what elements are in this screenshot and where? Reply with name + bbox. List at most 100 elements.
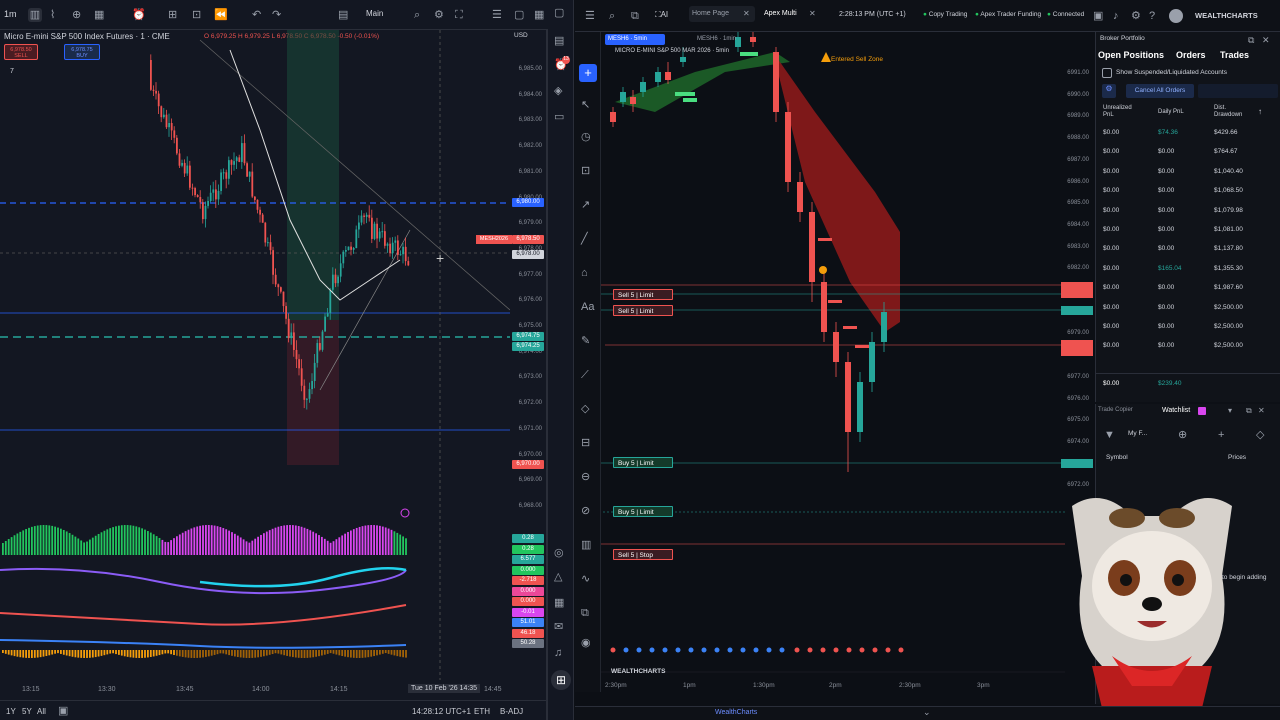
warning-icon[interactable]: △ [554,570,562,584]
table-row[interactable]: $0.00 $0.00 $1,081.00 [1096,220,1280,239]
cursor-icon[interactable]: ↖ [581,98,590,112]
layout-icon[interactable]: ▤ [338,8,348,22]
badge-copy-trading[interactable]: ● Copy Trading [923,11,967,18]
interval-button[interactable]: 1m [4,9,17,19]
header-unrealized[interactable]: Unrealized PnL [1103,105,1133,119]
close-icon[interactable]: ✕ [1258,404,1265,418]
trade-copier-tab[interactable]: Trade Copier [1098,407,1133,413]
magnet-icon[interactable]: ⊘ [581,504,590,518]
window-icon[interactable]: ▢ [514,8,524,22]
alert-icon[interactable]: ⏰ [132,8,146,22]
table-row[interactable]: $0.00 $0.00 $1,068.50 [1096,181,1280,200]
header-daily-pnl[interactable]: Daily PnL [1158,109,1184,115]
table-row[interactable]: $0.00 $0.00 $1,987.60 [1096,278,1280,297]
tag-icon[interactable]: ◇ [1256,428,1264,442]
undo-icon[interactable]: ↶ [252,8,261,22]
popout-icon[interactable]: ⧉ [1248,33,1254,47]
clock-icon[interactable]: ◷ [581,130,591,144]
sidebar-toggle-icon[interactable]: ▢ [554,6,564,20]
pen-icon[interactable]: ✎ [581,334,590,348]
ruler-icon[interactable]: ⟋ [581,368,589,382]
left-price-axis[interactable]: USD 6,985.00 6,984.00 6,983.00 6,982.00 6,98… [510,30,546,680]
text-icon[interactable]: Aa [581,300,594,314]
badge-connected[interactable]: ● Connected [1047,11,1084,18]
snapshot-icon[interactable]: ⊡ [192,8,201,22]
filter-button[interactable]: ⚙ [1102,84,1116,98]
order-buy-limit-2[interactable]: Buy 5 | Limit [613,506,673,517]
bar-style-icon[interactable]: ▥ [28,8,42,22]
search-icon[interactable]: ⌕ [609,9,615,23]
add-circle-icon[interactable]: ⊕ [1178,428,1187,442]
tag-icon[interactable]: ⌂ [581,266,588,280]
lock-icon[interactable]: ⊡ [581,164,590,178]
avatar[interactable] [1169,9,1183,23]
help-icon[interactable]: ⊞ [551,670,571,690]
replay-icon[interactable]: ⊞ [168,8,177,22]
settings-icon[interactable]: ⚙ [434,8,444,22]
line-icon[interactable]: ╱ [581,232,588,246]
trendline-icon[interactable]: ↗ [581,198,590,212]
calendar-icon[interactable]: ▦ [554,596,564,610]
ai-icon[interactable]: ⛶AI [655,10,668,20]
table-row[interactable]: $0.00 $0.00 $2,500.00 [1096,298,1280,317]
chevron-down-icon[interactable]: ⌄ [923,707,931,718]
watchlist-icon[interactable]: ▤ [554,34,564,48]
table-row[interactable]: $0.00 $0.00 $764.67 [1096,142,1280,161]
save-icon[interactable]: ▣ [1093,9,1103,23]
table-row[interactable]: $0.00 $0.00 $2,500.00 [1096,317,1280,336]
chat-icon[interactable]: ▭ [554,110,564,124]
header-symbol[interactable]: Symbol [1106,454,1128,461]
layers-icon[interactable]: ◈ [554,84,562,98]
close-tab-icon[interactable]: ✕ [809,9,816,18]
bell-icon[interactable]: ♪ [1113,9,1119,23]
tab-orders[interactable]: Orders [1176,50,1206,60]
order-sell-limit-1[interactable]: Sell 5 | Limit [613,289,673,300]
utc-clock[interactable]: 14:28:12 UTC+1 [412,707,471,716]
table-row[interactable]: $0.00 $74.36 $429.66 [1096,123,1280,142]
adjust-toggle[interactable]: B-ADJ [500,707,523,716]
copy-icon[interactable]: ⧉ [631,9,639,23]
indicators-icon[interactable]: ⌇ [50,8,55,22]
gear-icon[interactable]: ⚙ [1131,9,1141,23]
close-tab-icon[interactable]: ✕ [743,9,750,18]
wave-icon[interactable]: ∿ [581,572,590,586]
chart-icon[interactable]: ▥ [581,538,591,552]
order-sell-stop[interactable]: Sell 5 | Stop [613,549,673,560]
list-selector[interactable]: My F... [1128,430,1147,437]
layout-name[interactable]: Main [366,9,383,18]
order-sell-limit-2[interactable]: Sell 5 | Limit [613,305,673,316]
notifications-icon[interactable]: ♫ [554,646,562,660]
rewind-icon[interactable]: ⏪ [214,8,228,22]
range-1y[interactable]: 1Y [6,707,16,716]
flatten-all-button[interactable] [1198,84,1278,98]
popout-icon[interactable]: ⧉ [1246,404,1252,418]
list-icon[interactable]: ☰ [492,8,502,22]
range-all[interactable]: All [37,707,46,716]
footer-brand[interactable]: WealthCharts [715,709,757,716]
watchlist-title[interactable]: Watchlist [1162,407,1190,414]
tab-apex-multi[interactable]: Apex Multi [761,6,809,22]
table-row[interactable]: $0.00 $0.00 $1,079.98 [1096,201,1280,220]
right-price-chart[interactable] [575,32,1095,707]
grid-icon[interactable]: ▦ [534,8,544,22]
redo-icon[interactable]: ↷ [272,8,281,22]
chart-tab-5min[interactable]: MESH6 · 5min [605,34,665,45]
filter-icon[interactable]: ▼ [1104,428,1115,442]
tab-open-positions[interactable]: Open Positions [1098,50,1164,60]
left-price-chart[interactable]: + [0,30,510,680]
chart-tab-1min[interactable]: MESH6 · 1min [697,36,736,42]
right-chart-area[interactable]: MESH6 · 5min MESH6 · 1min MICRO E-MINI S… [575,32,1095,707]
fullscreen-icon[interactable]: ⛶ [455,8,463,22]
show-suspended-checkbox[interactable] [1102,68,1112,78]
shape-icon[interactable]: ◇ [581,402,589,416]
search-icon[interactable]: ⌕ [414,8,420,22]
add-tool-icon[interactable]: + [579,64,597,82]
zoom-icon[interactable]: ⊖ [581,470,590,484]
header-dist-drawdown[interactable]: Dist. Drawdown [1214,105,1254,119]
eye-icon[interactable]: ◉ [581,636,591,650]
sort-up-icon[interactable]: ↑ [1258,107,1262,116]
calendar-icon[interactable]: ▣ [58,704,68,718]
session-toggle[interactable]: ETH [474,707,490,716]
help-icon[interactable]: ? [1149,9,1155,23]
range-5y[interactable]: 5Y [22,707,32,716]
